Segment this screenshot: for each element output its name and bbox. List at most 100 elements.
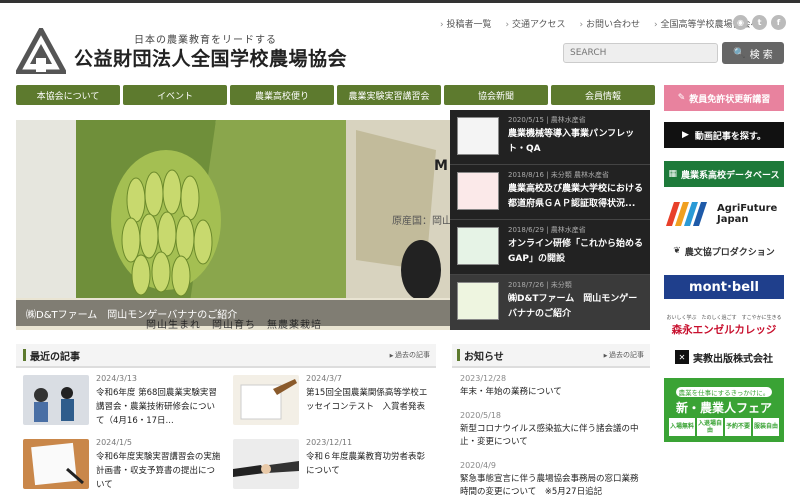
link-authors[interactable]: 投稿者一覧 bbox=[440, 17, 491, 30]
search-input[interactable] bbox=[563, 43, 718, 63]
news-category: 未分類 農林水産省 bbox=[550, 171, 609, 179]
banner-morinaga-sub: おいしく学ぶ たのしく過ごす すこやかに生きる bbox=[666, 314, 782, 321]
banner-montbell-label: mont·bell bbox=[689, 279, 759, 295]
news-ticker: 2020/5/15 | 農林水産省 農業機械等導入事業パンフレット・QA 201… bbox=[450, 110, 650, 330]
news-thumbnail bbox=[457, 172, 499, 210]
news-title: 農業機械等導入事業パンフレット・QA bbox=[508, 129, 635, 154]
news-item-active[interactable]: 2018/7/26 | 未分類 ㈱D&Tファーム 岡山モンゲーバナナのご紹介 bbox=[450, 275, 650, 330]
facebook-icon[interactable]: f bbox=[771, 15, 786, 30]
fair-tag: 入場無料 bbox=[669, 417, 695, 436]
news-item[interactable]: 2020/5/15 | 農林水産省 農業機械等導入事業パンフレット・QA bbox=[450, 110, 650, 165]
post-thumbnail bbox=[23, 439, 89, 489]
post-title: 第15回全国農業関係高等学校エッセイコンテスト 入賞者発表 bbox=[306, 388, 428, 412]
post-title: 令和６年度農業教育功労者表彰について bbox=[306, 452, 426, 476]
news-meta: 2018/7/26 | 未分類 bbox=[508, 281, 572, 289]
banner-teacher-license[interactable]: ✎ 教員免許状更新講習 bbox=[664, 85, 784, 111]
hero-banana-image bbox=[16, 120, 450, 330]
news-date: 2018/6/29 bbox=[508, 226, 544, 234]
recent-post[interactable]: 2024/3/7 第15回全国農業関係高等学校エッセイコンテスト 入賞者発表 bbox=[226, 370, 436, 432]
nav-newspaper[interactable]: 協会新聞 bbox=[444, 85, 548, 105]
notice-title: 年末・年始の業務について bbox=[460, 387, 562, 397]
fair-title: 新・農業人フェア bbox=[675, 400, 772, 415]
search-button-label: 検 索 bbox=[749, 49, 773, 61]
news-date: 2018/7/26 bbox=[508, 281, 544, 289]
post-date: 2024/3/13 bbox=[96, 374, 138, 383]
notice-title: 新型コロナウイルス感染拡大に伴う諸会議の中止・変更について bbox=[460, 424, 639, 447]
logo-mark-icon bbox=[16, 28, 66, 74]
banner-jikkyo-label: 実教出版株式会社 bbox=[693, 353, 773, 365]
notices-header: お知らせ 過去の記事 bbox=[452, 344, 650, 368]
agrifuture-line1: AgriFuture bbox=[717, 203, 778, 214]
news-title: 農業高校及び農業大学校における都道府県ＧＡＰ認証取得状況... bbox=[508, 184, 644, 209]
top-border bbox=[0, 0, 800, 3]
twitter-icon[interactable]: t bbox=[752, 15, 767, 30]
notice-item[interactable]: 2020/4/9 緊急事態宣言に伴う農場協会事務局の窓口業務時間の変更について … bbox=[460, 461, 645, 499]
recent-posts-title: 最近の記事 bbox=[23, 348, 80, 363]
banner-school-database[interactable]: ▦ 農業系高校データベース bbox=[664, 161, 784, 187]
news-title: オンライン研修「これから始めるGAP」の開設 bbox=[508, 239, 644, 264]
rss-icon[interactable]: ◉ bbox=[733, 15, 748, 30]
recent-posts-more-link[interactable]: 過去の記事 bbox=[390, 350, 430, 360]
notice-item[interactable]: 2023/12/28 年末・年始の業務について bbox=[460, 374, 645, 399]
agrifuture-line2: Japan bbox=[717, 214, 749, 225]
fair-tag: 服装自由 bbox=[753, 417, 779, 436]
pen-icon: ✎ bbox=[677, 93, 686, 103]
post-thumbnail bbox=[233, 375, 299, 425]
banner-video-search[interactable]: ▶ 動画記事を探す。 bbox=[664, 122, 784, 148]
film-icon: ▶ bbox=[681, 130, 689, 140]
news-thumbnail bbox=[457, 227, 499, 265]
post-date: 2023/12/11 bbox=[306, 438, 353, 447]
post-date: 2024/3/7 bbox=[306, 374, 342, 383]
link-contact[interactable]: お問い合わせ bbox=[580, 17, 640, 30]
site-logo[interactable]: 日本の農業教育をリードする 公益財団法人全国学校農場協会 bbox=[16, 22, 348, 77]
post-title: 令和6年度実験実習講習会の実施計画書・収支予算書の提出について bbox=[96, 452, 221, 490]
search-button[interactable]: 🔍 検 索 bbox=[722, 42, 784, 64]
banner-agrifuture[interactable]: AgriFuture Japan bbox=[664, 198, 784, 230]
link-access[interactable]: 交通アクセス bbox=[505, 17, 566, 30]
nav-school-news[interactable]: 農業高校便り bbox=[230, 85, 334, 105]
hero-overlay-m: M bbox=[434, 158, 448, 174]
banner-montbell[interactable]: mont·bell bbox=[664, 275, 784, 299]
news-item[interactable]: 2018/8/16 | 未分類 農林水産省 農業高校及び農業大学校における都道府… bbox=[450, 165, 650, 220]
fair-tags: 入場無料 入退場自由 予約不要 服装自由 bbox=[669, 417, 779, 436]
banner-jikkyo[interactable]: ✕ 実教出版株式会社 bbox=[664, 344, 784, 370]
banner-teacher-license-label: 教員免許状更新講習 bbox=[689, 94, 771, 105]
nav-members[interactable]: 会員情報 bbox=[551, 85, 655, 105]
news-date: 2020/5/15 bbox=[508, 116, 544, 124]
notice-title: 緊急事態宣言に伴う農場協会事務局の窓口業務時間の変更について ※5月27日追記 bbox=[460, 474, 639, 497]
grid-icon: ▦ bbox=[668, 169, 677, 179]
jikkyo-logo-icon: ✕ bbox=[675, 350, 689, 364]
news-meta: 2020/5/15 | 農林水産省 bbox=[508, 116, 586, 124]
leaf-icon: ❦ bbox=[673, 246, 681, 256]
agrifuture-logo-icon bbox=[666, 202, 707, 226]
nav-events[interactable]: イベント bbox=[123, 85, 227, 105]
fair-top: 農業を仕事にするきっかけに。 bbox=[675, 386, 773, 397]
utility-links: 投稿者一覧 交通アクセス お問い合わせ 全国高等学校農場協会へ bbox=[440, 17, 759, 30]
banner-morinaga[interactable]: おいしく学ぶ たのしく過ごす すこやかに生きる 森永エンゼルカレッジ bbox=[664, 310, 784, 340]
news-meta: 2018/8/16 | 未分類 農林水産省 bbox=[508, 171, 609, 179]
post-thumbnail bbox=[23, 375, 89, 425]
agrifuture-text: AgriFuture Japan bbox=[717, 203, 777, 225]
post-title: 令和6年度 第68回農業実験実習講習会・農業技術研修会について（4月16・17日… bbox=[96, 388, 217, 426]
banner-agri-fair[interactable]: 農業を仕事にするきっかけに。 新・農業人フェア 入場無料 入退場自由 予約不要 … bbox=[664, 378, 784, 442]
notices-more-link[interactable]: 過去の記事 bbox=[604, 350, 644, 360]
news-item[interactable]: 2018/6/29 | 農林水産省 オンライン研修「これから始めるGAP」の開設 bbox=[450, 220, 650, 275]
news-category: 農林水産省 bbox=[550, 226, 586, 234]
notice-item[interactable]: 2020/5/18 新型コロナウイルス感染拡大に伴う諸会議の中止・変更について bbox=[460, 411, 645, 449]
nav-about[interactable]: 本協会について bbox=[16, 85, 120, 105]
hero-slider[interactable]: M 原産国：岡山 岡山生まれ 岡山育ち 無農薬栽培 ㈱D&Tファーム 岡山モンゲ… bbox=[16, 120, 450, 330]
post-date: 2024/1/5 bbox=[96, 438, 132, 447]
news-date: 2018/8/16 bbox=[508, 171, 544, 179]
banner-nobunkyo[interactable]: ❦ 農文協プロダクション bbox=[664, 238, 784, 264]
nav-workshop[interactable]: 農業実験実習講習会 bbox=[337, 85, 441, 105]
hero-caption[interactable]: ㈱D&Tファーム 岡山モンゲーバナナのご紹介 bbox=[16, 300, 450, 326]
recent-post[interactable]: 2024/3/13 令和6年度 第68回農業実験実習講習会・農業技術研修会につい… bbox=[16, 370, 226, 432]
notice-date: 2023/12/28 bbox=[460, 374, 507, 383]
hero-overlay-origin: 原産国：岡山 bbox=[392, 216, 450, 227]
recent-post[interactable]: 2024/1/5 令和6年度実験実習講習会の実施計画書・収支予算書の提出について bbox=[16, 434, 226, 496]
news-meta: 2018/6/29 | 農林水産省 bbox=[508, 226, 586, 234]
recent-post[interactable]: 2023/12/11 令和６年度農業教育功労者表彰について bbox=[226, 434, 436, 496]
search-icon: 🔍 bbox=[733, 47, 746, 59]
news-title: ㈱D&Tファーム 岡山モンゲーバナナのご紹介 bbox=[508, 294, 638, 319]
site-title: 公益財団法人全国学校農場協会 bbox=[74, 48, 348, 70]
